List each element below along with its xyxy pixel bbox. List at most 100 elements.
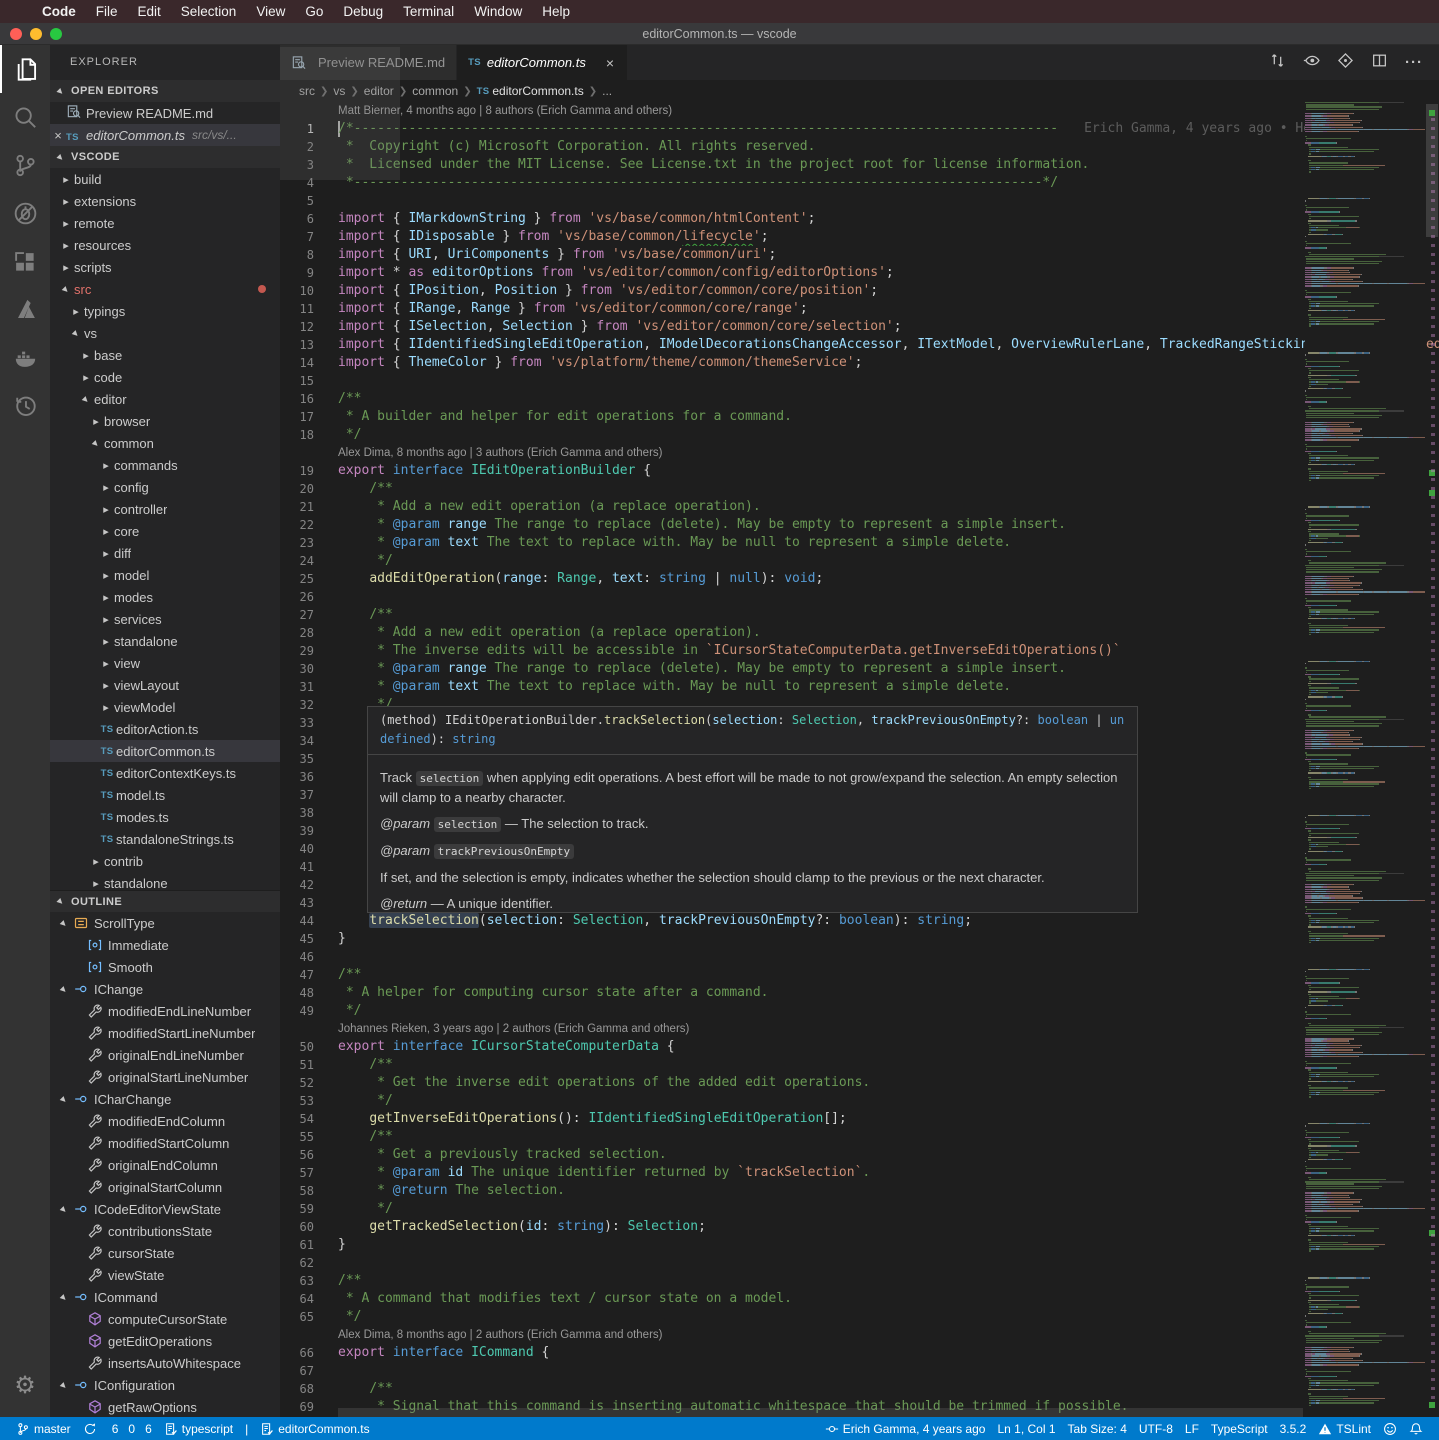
code-line[interactable]: 52 * Get the inverse edit operations of … [280,1074,1439,1092]
code-line[interactable]: 55 /** [280,1128,1439,1146]
code-line[interactable]: 49 */ [280,1002,1439,1020]
code-line[interactable]: 58 * @return The selection. [280,1182,1439,1200]
menu-item-debug[interactable]: Debug [333,0,393,23]
close-editor-icon[interactable]: × [50,128,66,143]
code-line[interactable]: 6import { IMarkdownString } from 'vs/bas… [280,210,1439,228]
statusbar-ln-1-col-1[interactable]: Ln 1, Col 1 [991,1417,1061,1440]
activitybar-settings-gear[interactable]: ⚙ [0,1361,50,1409]
code-line[interactable]: 22 * @param range The range to replace (… [280,516,1439,534]
outline-item-getEditOperations[interactable]: getEditOperations [50,1330,280,1352]
activitybar-explorer[interactable] [0,45,50,93]
tree-item-controller[interactable]: ▸controller [50,498,280,520]
action-gitlens-annotate[interactable] [1303,52,1320,74]
code-line[interactable]: 31 * @param text The text to replace wit… [280,678,1439,696]
code-line[interactable]: 50export interface ICursorStateComputerD… [280,1038,1439,1056]
breadcrumb-file[interactable]: TSeditorCommon.ts [475,84,586,98]
outline-item-ICodeEditorViewState[interactable]: ▸ICodeEditorViewState [50,1198,280,1220]
code-line[interactable]: 47/** [280,966,1439,984]
tree-item-view[interactable]: ▸view [50,652,280,674]
code-line[interactable]: 24 */ [280,552,1439,570]
tree-item-common[interactable]: ▸common [50,432,280,454]
code-line[interactable]: 27 /** [280,606,1439,624]
activitybar-extensions[interactable] [0,237,50,285]
open-editor-item[interactable]: Preview README.md [50,102,280,124]
activitybar-debug[interactable] [0,189,50,237]
codelens-link[interactable]: Matt Bierner, 4 months ago | 8 authors (… [280,102,1439,120]
problems-summary[interactable]: 606 [103,1422,158,1436]
code-line[interactable]: 66export interface ICommand { [280,1344,1439,1362]
workspace-header[interactable]: ▸ VSCODE [50,146,280,168]
outline-item-ICharChange[interactable]: ▸ICharChange [50,1088,280,1110]
codelens-link[interactable]: Johannes Rieken, 3 years ago | 2 authors… [280,1020,1439,1038]
outline-item-originalEndColumn[interactable]: originalEndColumn [50,1154,280,1176]
minimize-window-button[interactable] [30,28,42,40]
statusbar-tab-size-4[interactable]: Tab Size: 4 [1062,1417,1133,1440]
outline-item-modifiedStartLineNumber[interactable]: modifiedStartLineNumber [50,1022,280,1044]
code-line[interactable]: 54 getInverseEditOperations(): IIdentifi… [280,1110,1439,1128]
code-line[interactable]: 30 * @param range The range to replace (… [280,660,1439,678]
minimap-slider[interactable] [280,47,400,180]
window-titlebar[interactable]: editorCommon.ts — vscode [0,23,1439,45]
code-line[interactable]: 2 * Copyright (c) Microsoft Corporation.… [280,138,1439,156]
tree-item-code[interactable]: ▸code [50,366,280,388]
close-tab-icon[interactable]: × [606,55,614,71]
action-split-editor[interactable] [1371,52,1388,74]
code-line[interactable]: 14import { ThemeColor } from 'vs/platfor… [280,354,1439,372]
more-actions-icon[interactable]: ··· [1405,54,1423,71]
tree-item-contrib[interactable]: ▸contrib [50,850,280,872]
tree-item-diff[interactable]: ▸diff [50,542,280,564]
close-window-button[interactable] [10,28,22,40]
statusbar-typescript[interactable]: typescript [158,1417,239,1440]
statusbar--[interactable]: | [239,1417,254,1440]
tree-item-editorContextKeys.ts[interactable]: TSeditorContextKeys.ts [50,762,280,784]
open-editors-header[interactable]: ▸ OPEN EDITORS [50,80,280,102]
code-line[interactable]: 60 getTrackedSelection(id: string): Sele… [280,1218,1439,1236]
activitybar-azure[interactable] [0,285,50,333]
code-line[interactable]: 9import * as editorOptions from 'vs/edit… [280,264,1439,282]
outline-item-originalStartLineNumber[interactable]: originalStartLineNumber [50,1066,280,1088]
code-line[interactable]: 48 * A helper for computing cursor state… [280,984,1439,1002]
code-line[interactable]: 23 * @param text The text to replace wit… [280,534,1439,552]
statusbar-sync[interactable] [77,1417,103,1440]
tree-item-vs[interactable]: ▸vs [50,322,280,344]
outline-item-ScrollType[interactable]: ▸ScrollType [50,912,280,934]
outline-header[interactable]: ▸ OUTLINE [50,890,280,912]
code-line[interactable]: 65 */ [280,1308,1439,1326]
code-line[interactable]: 64 * A command that modifies text / curs… [280,1290,1439,1308]
code-line[interactable]: 68 /** [280,1380,1439,1398]
tree-item-base[interactable]: ▸base [50,344,280,366]
code-line[interactable]: 51 /** [280,1056,1439,1074]
tree-item-viewLayout[interactable]: ▸viewLayout [50,674,280,696]
code-line[interactable]: 4 *-------------------------------------… [280,174,1439,192]
tree-item-config[interactable]: ▸config [50,476,280,498]
tree-item-services[interactable]: ▸services [50,608,280,630]
outline-item-viewState[interactable]: viewState [50,1264,280,1286]
code-line[interactable]: 53 */ [280,1092,1439,1110]
action-open-changes[interactable] [1337,52,1354,74]
code-line[interactable]: 62 [280,1254,1439,1272]
activitybar-docker[interactable] [0,333,50,381]
code-line[interactable]: 5 [280,192,1439,210]
outline-item-contributionsState[interactable]: contributionsState [50,1220,280,1242]
outline-item-originalStartColumn[interactable]: originalStartColumn [50,1176,280,1198]
tree-item-remote[interactable]: ▸remote [50,212,280,234]
code-line[interactable]: 20 /** [280,480,1439,498]
tree-item-core[interactable]: ▸core [50,520,280,542]
code-line[interactable]: 16/** [280,390,1439,408]
activitybar-history[interactable] [0,381,50,429]
code-line[interactable]: 29 * The inverse edits will be accessibl… [280,642,1439,660]
tree-item-standalone[interactable]: ▸standalone [50,630,280,652]
tree-item-browser[interactable]: ▸browser [50,410,280,432]
code-line[interactable]: 45} [280,930,1439,948]
minimap[interactable] [1305,102,1425,1417]
code-line[interactable]: 56 * Get a previously tracked selection. [280,1146,1439,1164]
code-line[interactable]: 10import { IPosition, Position } from 'v… [280,282,1439,300]
outline-item-getRawOptions[interactable]: getRawOptions [50,1396,280,1417]
menu-item-edit[interactable]: Edit [128,0,171,23]
code-line[interactable]: 21 * Add a new edit operation (a replace… [280,498,1439,516]
outline-item-insertsAutoWhitespace[interactable]: insertsAutoWhitespace [50,1352,280,1374]
code-line[interactable]: 26 [280,588,1439,606]
statusbar-utf-8[interactable]: UTF-8 [1133,1417,1179,1440]
tab-editorCommon.ts[interactable]: TSeditorCommon.ts× [457,45,627,80]
tree-item-model[interactable]: ▸model [50,564,280,586]
